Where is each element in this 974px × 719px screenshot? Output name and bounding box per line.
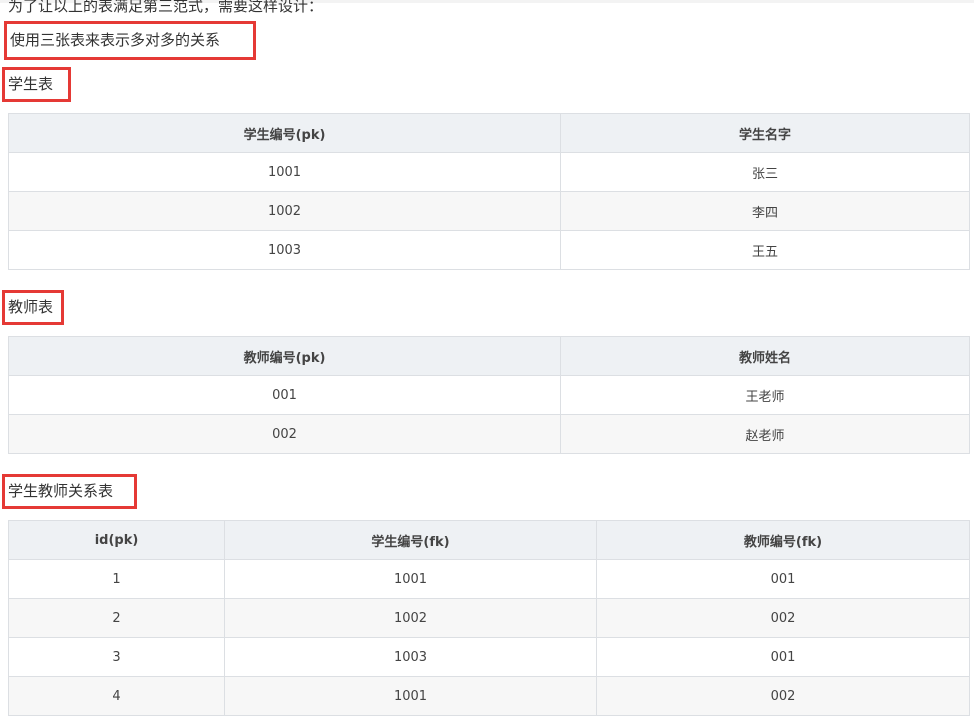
table-row: 002 赵老师: [8, 414, 970, 454]
teachers-title-box: 教师表: [2, 290, 64, 325]
column-header: 教师编号(fk): [596, 520, 970, 560]
table-cell: 001: [596, 559, 970, 599]
table-cell: 002: [8, 414, 561, 454]
table-header-row: 教师编号(pk) 教师姓名: [8, 336, 970, 376]
table-cell: 王老师: [560, 375, 970, 415]
table-cell: 001: [8, 375, 561, 415]
table-cell: 4: [8, 676, 225, 716]
table-cell: 2: [8, 598, 225, 638]
students-title: 学生表: [8, 75, 54, 93]
table-cell: 1002: [8, 191, 561, 231]
table-cell: 002: [596, 676, 970, 716]
relations-title: 学生教师关系表: [8, 482, 114, 500]
table-cell: 1001: [8, 152, 561, 192]
table-row: 1003 王五: [8, 230, 970, 270]
table-cell: 王五: [560, 230, 970, 270]
table-row: 3 1003 001: [8, 637, 970, 677]
column-header: 学生编号(fk): [224, 520, 597, 560]
teachers-table: 教师编号(pk) 教师姓名 001 王老师 002 赵老师: [8, 336, 970, 454]
column-header: 教师姓名: [560, 336, 970, 376]
intro-text: 为了让以上的表满足第三范式，需要这样设计：: [8, 0, 324, 15]
column-header: 学生编号(pk): [8, 113, 561, 153]
table-header-row: 学生编号(pk) 学生名字: [8, 113, 970, 153]
students-title-box: 学生表: [2, 67, 71, 102]
table-header-row: id(pk) 学生编号(fk) 教师编号(fk): [8, 520, 970, 560]
table-cell: 1003: [224, 637, 597, 677]
column-header: 教师编号(pk): [8, 336, 561, 376]
table-cell: 1001: [224, 676, 597, 716]
table-row: 1001 张三: [8, 152, 970, 192]
table-cell: 李四: [560, 191, 970, 231]
table-row: 4 1001 002: [8, 676, 970, 716]
table-row: 1002 李四: [8, 191, 970, 231]
students-table: 学生编号(pk) 学生名字 1001 张三 1002 李四 1003 王五: [8, 113, 970, 270]
table-cell: 3: [8, 637, 225, 677]
table-cell: 001: [596, 637, 970, 677]
teachers-title: 教师表: [8, 298, 54, 316]
table-row: 2 1002 002: [8, 598, 970, 638]
note-text: 使用三张表来表示多对多的关系: [10, 31, 221, 49]
table-cell: 赵老师: [560, 414, 970, 454]
relations-table: id(pk) 学生编号(fk) 教师编号(fk) 1 1001 001 2 10…: [8, 520, 970, 716]
relations-title-box: 学生教师关系表: [2, 474, 137, 509]
column-header: id(pk): [8, 520, 225, 560]
table-row: 1 1001 001: [8, 559, 970, 599]
table-cell: 1002: [224, 598, 597, 638]
table-cell: 1003: [8, 230, 561, 270]
table-row: 001 王老师: [8, 375, 970, 415]
note-highlight-box: 使用三张表来表示多对多的关系: [4, 21, 256, 60]
column-header: 学生名字: [560, 113, 970, 153]
table-cell: 张三: [560, 152, 970, 192]
table-cell: 1001: [224, 559, 597, 599]
table-cell: 1: [8, 559, 225, 599]
table-cell: 002: [596, 598, 970, 638]
